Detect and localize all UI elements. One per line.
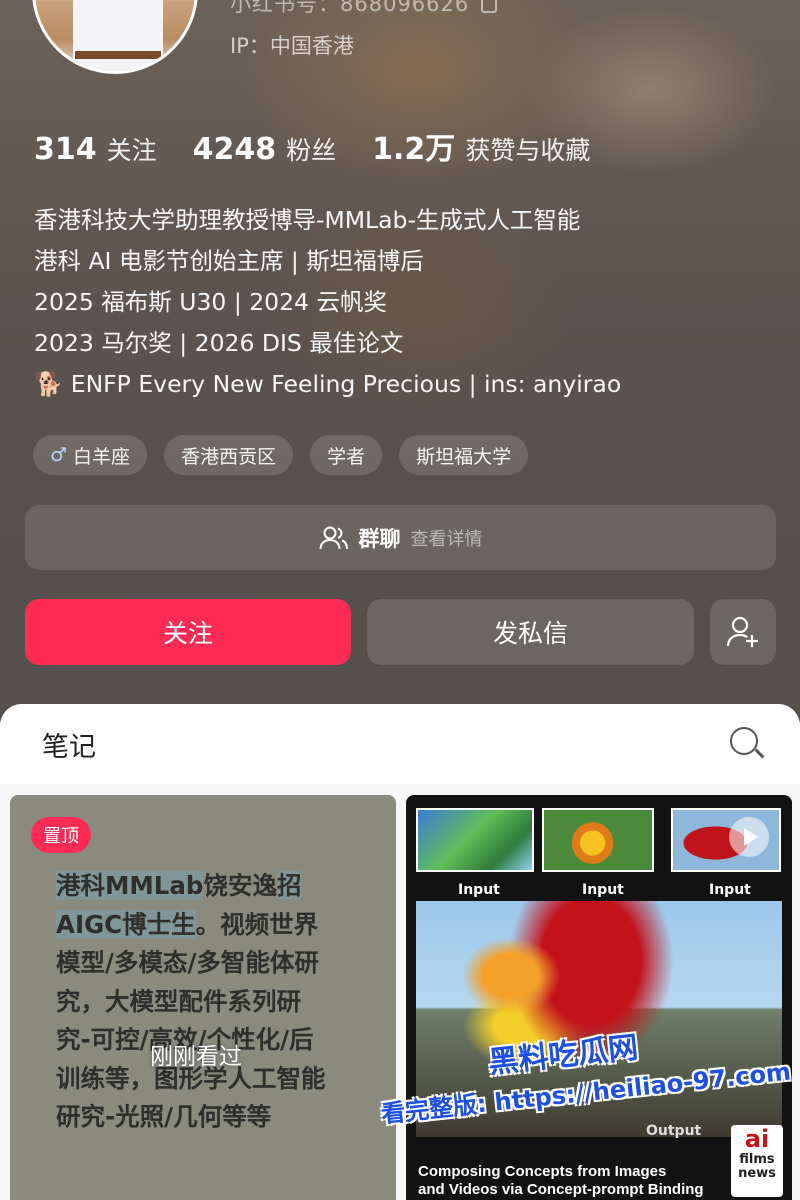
copy-icon[interactable] xyxy=(481,0,498,13)
tag-label: 白羊座 xyxy=(73,445,131,468)
profile-stats: 314 关注 4248 粉丝 1.2万 获赞与收藏 xyxy=(34,124,590,168)
logo-text: ai xyxy=(744,1125,770,1153)
input-label: Input xyxy=(709,882,751,898)
search-icon[interactable] xyxy=(730,727,765,761)
aifilms-logo: ai films news xyxy=(731,1125,783,1197)
video-caption: Composing Concepts from Images and Video… xyxy=(418,1163,704,1199)
recently-viewed-label: 刚刚看过 xyxy=(150,1044,242,1070)
caption-line: and Videos via Concept-prompt Binding xyxy=(418,1181,704,1198)
output-label: Output xyxy=(646,1123,702,1139)
stat-label: 获赞与收藏 xyxy=(465,136,591,165)
stat-label: 关注 xyxy=(106,136,157,165)
bio-line: 香港科技大学助理教授博导-MMLab-生成式人工智能 xyxy=(34,206,581,234)
tag-school: 斯坦福大学 xyxy=(399,435,529,475)
tag-label: 香港西贡区 xyxy=(181,445,277,468)
tag-label: 学者 xyxy=(327,445,366,468)
logo-text: films xyxy=(739,1152,775,1167)
pinned-badge: 置顶 xyxy=(31,817,91,853)
bio-line: 港科 AI 电影节创始主席 | 斯坦福博后 xyxy=(34,247,424,275)
play-icon[interactable] xyxy=(729,817,769,857)
note-text: 饶安逸 xyxy=(203,871,277,900)
ip-location: IP：中国香港 xyxy=(230,34,354,58)
avatar-shirt xyxy=(73,0,163,71)
logo-text: news xyxy=(738,1166,776,1181)
input-label: Input xyxy=(582,882,624,898)
add-friend-button[interactable] xyxy=(710,599,776,665)
user-id: 小红书号：868096626 xyxy=(230,0,470,16)
stat-label: 粉丝 xyxy=(286,136,337,165)
group-chat-detail: 查看详情 xyxy=(410,528,483,550)
profile-bio: 香港科技大学助理教授博导-MMLab-生成式人工智能 港科 AI 电影节创始主席… xyxy=(34,200,621,405)
stat-number: 4248 xyxy=(192,132,277,167)
follow-button[interactable]: 关注 xyxy=(25,599,351,665)
group-chat-button[interactable]: 群聊 查看详情 xyxy=(25,505,776,570)
bio-line: 2025 福布斯 U30 | 2024 云帆奖 xyxy=(34,288,387,316)
note-text: 。视频世界模型/多模态/多智能体研究，大模型配件系列研究-可控/高效/个性化/后… xyxy=(56,909,326,1132)
tag-location: 香港西贡区 xyxy=(164,435,294,475)
input-thumbnail xyxy=(542,808,654,872)
notes-tabbar: 笔记 xyxy=(0,704,800,784)
highlight-text: 港科MMLab xyxy=(56,871,204,900)
user-id-line: 小红书号：868096626 xyxy=(230,0,498,18)
tag-label: 斯坦福大学 xyxy=(416,445,512,468)
avatar-belt xyxy=(75,51,161,59)
tag-zodiac: ♂ 白羊座 xyxy=(33,435,148,475)
bio-line: 🐕 ENFP Every New Feeling Precious | ins:… xyxy=(34,370,622,398)
tag-occupation: 学者 xyxy=(310,435,383,475)
message-button[interactable]: 发私信 xyxy=(367,599,694,665)
tab-notes[interactable]: 笔记 xyxy=(42,725,96,764)
add-user-icon xyxy=(726,616,758,647)
stat-number: 314 xyxy=(34,132,97,167)
stat-following[interactable]: 314 关注 xyxy=(34,131,157,167)
stat-likes-collects[interactable]: 1.2万 获赞与收藏 xyxy=(372,124,590,168)
stat-number: 1.2万 xyxy=(372,132,456,167)
bio-line: 2023 马尔奖 | 2026 DIS 最佳论文 xyxy=(34,329,404,357)
input-thumbnail xyxy=(416,808,534,872)
note-card-pinned[interactable]: 置顶 港科MMLab饶安逸招AIGC博士生。视频世界模型/多模态/多智能体研究，… xyxy=(10,795,396,1200)
note-cover-text: 港科MMLab饶安逸招AIGC博士生。视频世界模型/多模态/多智能体研究，大模型… xyxy=(56,867,326,1137)
group-chat-label: 群聊 xyxy=(358,526,401,551)
male-icon: ♂ xyxy=(50,444,68,466)
caption-line: Composing Concepts from Images xyxy=(418,1163,667,1180)
input-label: Input xyxy=(458,882,500,898)
group-icon xyxy=(319,526,348,549)
profile-tags: ♂ 白羊座 香港西贡区 学者 斯坦福大学 xyxy=(33,435,529,475)
stat-followers[interactable]: 4248 粉丝 xyxy=(193,131,337,167)
note-card-video[interactable]: Input Input Input Output Composing Conce… xyxy=(406,795,792,1200)
